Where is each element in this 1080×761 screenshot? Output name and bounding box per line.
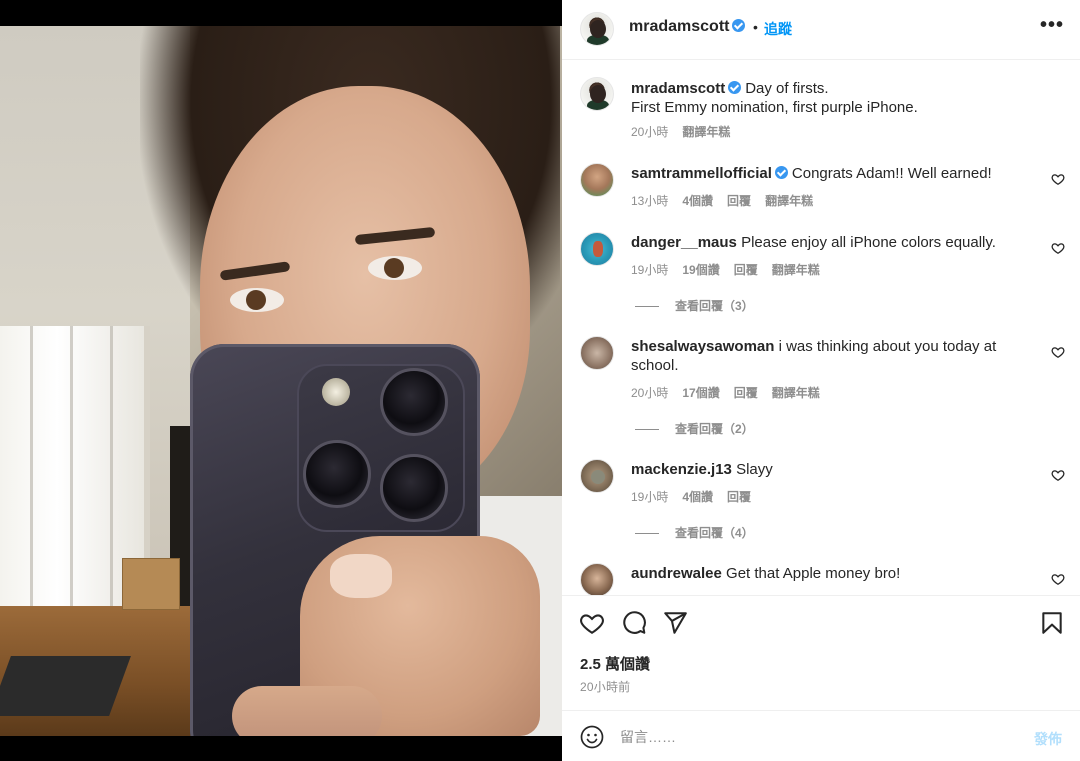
photo-lens bbox=[380, 454, 448, 522]
photo-lens bbox=[303, 440, 371, 508]
bookmark-icon[interactable] bbox=[1039, 610, 1065, 636]
comment-likes[interactable]: 19個讚 bbox=[682, 263, 719, 277]
likes-count[interactable]: 2.5 萬個讚 bbox=[580, 653, 650, 674]
instagram-post-modal: mradamscott • 追蹤 ••• mradamscott Day of f… bbox=[0, 0, 1080, 761]
reply-button[interactable]: 回覆 bbox=[727, 490, 751, 504]
comment-icon[interactable] bbox=[621, 610, 647, 636]
comment-heart-icon[interactable] bbox=[1051, 241, 1065, 255]
separator-dot: • bbox=[753, 19, 758, 35]
more-options-icon[interactable]: ••• bbox=[1040, 14, 1064, 37]
comment-time[interactable]: 19小時 bbox=[631, 490, 668, 504]
comment-likes[interactable]: 4個讚 bbox=[682, 194, 713, 208]
caption-line-1: Day of firsts. bbox=[745, 80, 829, 97]
emoji-icon[interactable] bbox=[580, 725, 604, 749]
caption-text: mradamscott Day of firsts. First Emmy nom… bbox=[631, 79, 1021, 117]
translate-button[interactable]: 翻譯年糕 bbox=[765, 194, 813, 208]
comment-text: danger__maus Please enjoy all iPhone col… bbox=[631, 233, 1021, 252]
post-header: mradamscott • 追蹤 ••• bbox=[562, 0, 1080, 60]
comment-likes[interactable]: 17個讚 bbox=[682, 386, 719, 400]
photo-lens bbox=[380, 368, 448, 436]
comment-text: mackenzie.j13 Slayy bbox=[631, 460, 1021, 479]
comment-body: Please enjoy all iPhone colors equally. bbox=[741, 234, 996, 251]
post-photo[interactable] bbox=[0, 26, 562, 736]
caption-avatar[interactable] bbox=[580, 77, 614, 111]
view-replies-button[interactable]: 查看回覆（3） bbox=[635, 297, 754, 314]
comment-text: samtrammellofficial Congrats Adam!! Well … bbox=[631, 164, 1021, 183]
comments-list[interactable]: mradamscott Day of firsts. First Emmy nom… bbox=[562, 61, 1080, 595]
photo-eye bbox=[368, 256, 422, 280]
photo-finger bbox=[232, 686, 382, 736]
caption-meta: 20小時 翻譯年糕 bbox=[631, 123, 744, 140]
comment-meta: 20小時 17個讚 回覆 翻譯年糕 bbox=[631, 384, 834, 401]
comment-meta: 19小時 19個讚 回覆 翻譯年糕 bbox=[631, 261, 834, 278]
caption-username[interactable]: mradamscott bbox=[631, 80, 725, 97]
replies-divider bbox=[635, 533, 659, 535]
comment-text: shesalwaysawoman i was thinking about yo… bbox=[631, 337, 1021, 375]
replies-divider bbox=[635, 429, 659, 431]
comment-text: aundrewalee Get that Apple money bro! bbox=[631, 564, 1021, 583]
comment-body: Get that Apple money bro! bbox=[726, 565, 901, 582]
translate-button[interactable]: 翻譯年糕 bbox=[772, 263, 820, 277]
comment-avatar[interactable] bbox=[580, 563, 614, 595]
posted-time[interactable]: 20小時前 bbox=[580, 678, 630, 695]
photo-rug bbox=[0, 656, 131, 716]
photo-eye bbox=[230, 288, 284, 312]
photo-box bbox=[122, 558, 180, 610]
verified-badge-icon bbox=[774, 166, 788, 179]
post-actions: 2.5 萬個讚 20小時前 bbox=[562, 595, 1080, 710]
post-comment-button[interactable]: 發佈 bbox=[1034, 729, 1062, 749]
comment-meta: 19小時 4個讚 回覆 bbox=[631, 488, 765, 505]
heart-icon[interactable] bbox=[579, 610, 605, 636]
comment-time[interactable]: 20小時 bbox=[631, 386, 668, 400]
replies-divider bbox=[635, 306, 659, 308]
comment-body-line-2: school. bbox=[631, 357, 679, 374]
comment-time[interactable]: 19小時 bbox=[631, 263, 668, 277]
caption-time[interactable]: 20小時 bbox=[631, 125, 668, 139]
comment-avatar[interactable] bbox=[580, 336, 614, 370]
comment-body: Slayy bbox=[736, 461, 773, 478]
view-replies-label[interactable]: 查看回覆（3） bbox=[675, 299, 754, 313]
comment-username[interactable]: mackenzie.j13 bbox=[631, 461, 732, 478]
view-replies-label[interactable]: 查看回覆（2） bbox=[675, 422, 754, 436]
translate-button[interactable]: 翻譯年糕 bbox=[772, 386, 820, 400]
comment-meta: 13小時 4個讚 回覆 翻譯年糕 bbox=[631, 192, 827, 209]
comment-body: i was thinking about you today at bbox=[778, 338, 997, 355]
author-username[interactable]: mradamscott bbox=[629, 18, 746, 36]
view-replies-label[interactable]: 查看回覆（4） bbox=[675, 526, 754, 540]
follow-button[interactable]: 追蹤 bbox=[764, 19, 792, 39]
caption-line-2: First Emmy nomination, first purple iPho… bbox=[631, 99, 918, 116]
view-replies-button[interactable]: 查看回覆（4） bbox=[635, 524, 754, 541]
comment-time[interactable]: 13小時 bbox=[631, 194, 668, 208]
comment-username[interactable]: danger__maus bbox=[631, 234, 737, 251]
comment-heart-icon[interactable] bbox=[1051, 468, 1065, 482]
author-username-text[interactable]: mradamscott bbox=[629, 18, 729, 35]
comment-input[interactable] bbox=[620, 725, 1000, 749]
comment-heart-icon[interactable] bbox=[1051, 572, 1065, 586]
reply-button[interactable]: 回覆 bbox=[734, 386, 758, 400]
verified-badge-icon bbox=[732, 19, 746, 32]
photo-thumbnail bbox=[330, 554, 392, 598]
reply-button[interactable]: 回覆 bbox=[734, 263, 758, 277]
comment-username[interactable]: aundrewalee bbox=[631, 565, 722, 582]
comment-body: Congrats Adam!! Well earned! bbox=[791, 165, 992, 182]
comment-username[interactable]: samtrammellofficial bbox=[631, 165, 772, 182]
view-replies-button[interactable]: 查看回覆（2） bbox=[635, 420, 754, 437]
caption-translate-button[interactable]: 翻譯年糕 bbox=[682, 125, 730, 139]
verified-badge-icon bbox=[728, 81, 742, 94]
comment-avatar[interactable] bbox=[580, 459, 614, 493]
comment-avatar[interactable] bbox=[580, 163, 614, 197]
comment-likes[interactable]: 4個讚 bbox=[682, 490, 713, 504]
comment-heart-icon[interactable] bbox=[1051, 172, 1065, 186]
paper-plane-icon[interactable] bbox=[662, 610, 688, 636]
reply-button[interactable]: 回覆 bbox=[727, 194, 751, 208]
comment-composer: 發佈 bbox=[562, 710, 1080, 761]
author-avatar[interactable] bbox=[580, 12, 614, 46]
post-side-panel: mradamscott • 追蹤 ••• mradamscott Day of f… bbox=[562, 0, 1080, 761]
comment-username[interactable]: shesalwaysawoman bbox=[631, 338, 774, 355]
comment-avatar[interactable] bbox=[580, 232, 614, 266]
comment-heart-icon[interactable] bbox=[1051, 345, 1065, 359]
photo-flash bbox=[322, 378, 350, 406]
